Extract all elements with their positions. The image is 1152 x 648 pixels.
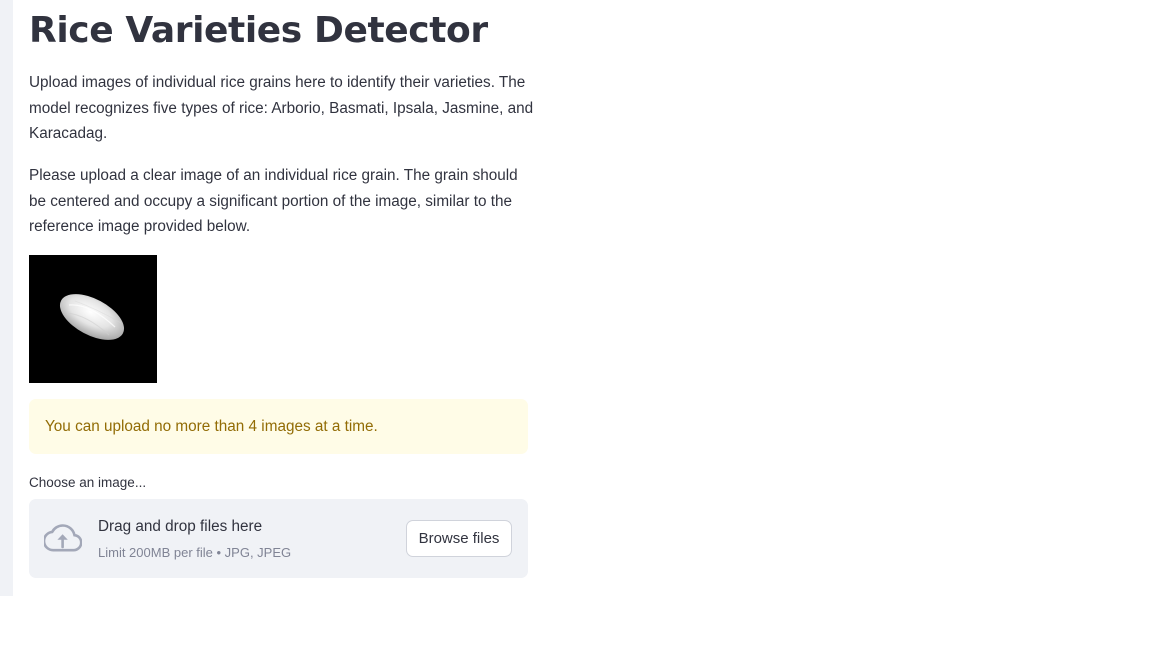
sidebar-edge [0, 0, 13, 596]
reference-rice-grain-image [29, 255, 157, 383]
upload-limit-warning: You can upload no more than 4 images at … [29, 399, 528, 454]
browse-files-button[interactable]: Browse files [406, 520, 512, 557]
file-dropzone[interactable]: Drag and drop files here Limit 200MB per… [29, 499, 528, 578]
file-uploader-label: Choose an image... [29, 475, 147, 490]
cloud-upload-icon [42, 522, 83, 554]
intro-paragraph: Upload images of individual rice grains … [29, 74, 534, 142]
dropzone-file-limit: Limit 200MB per file • JPG, JPEG [98, 545, 292, 560]
dropzone-instructions: Drag and drop files here [98, 518, 263, 535]
instructions-paragraph: Please upload a clear image of an indivi… [29, 167, 518, 235]
warning-text: You can upload no more than 4 images at … [45, 418, 378, 435]
page-title: Rice Varieties Detector [29, 10, 488, 51]
